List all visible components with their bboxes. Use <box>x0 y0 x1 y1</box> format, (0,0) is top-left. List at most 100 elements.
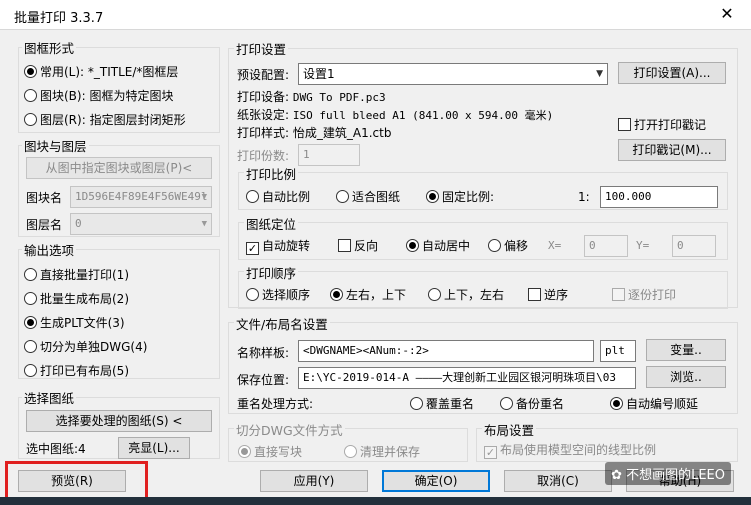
reverse-order-checkbox[interactable]: 逆序 <box>528 286 568 303</box>
radio-icon <box>336 190 349 203</box>
highlight-annotation <box>5 461 148 501</box>
layout-title: 布局设置 <box>482 420 537 439</box>
scale-title: 打印比例 <box>244 164 299 183</box>
chevron-down-icon: ▼ <box>201 192 207 202</box>
duplicate-option-backup[interactable]: 备份重名 <box>500 395 564 412</box>
close-icon[interactable]: ✕ <box>717 4 737 23</box>
cancel-button[interactable]: 取消(C) <box>504 470 612 492</box>
checkbox-icon <box>618 118 631 131</box>
scale-ratio-input[interactable]: 100.000 <box>600 186 718 208</box>
radio-icon <box>24 89 37 102</box>
radio-icon <box>24 364 37 377</box>
ok-button[interactable]: 确定(O) <box>382 470 490 492</box>
checkbox-icon <box>338 239 351 252</box>
output-option-split-dwg[interactable]: 切分为单独DWG(4) <box>24 338 147 355</box>
offset-y-input[interactable]: 0 <box>672 235 716 257</box>
duplicate-option-overwrite[interactable]: 覆盖重名 <box>410 395 474 412</box>
chevron-down-icon: ▼ <box>596 69 603 79</box>
split-option-purge-save[interactable]: 清理并保存 <box>344 443 420 460</box>
template-label: 名称样板: <box>237 346 290 360</box>
highlight-button[interactable]: 亮显(L)... <box>118 437 190 459</box>
browse-button[interactable]: 浏览.. <box>646 366 726 388</box>
print-settings-button[interactable]: 打印设置(A)... <box>618 62 726 84</box>
scale-option-fit[interactable]: 适合图纸 <box>336 188 400 205</box>
radio-icon <box>500 397 513 410</box>
layout-linetype-checkbox[interactable]: ✓ 布局使用模型空间的线型比例 <box>484 441 656 459</box>
copies-input[interactable]: 1 <box>298 144 360 166</box>
preset-label: 预设配置: <box>237 68 290 82</box>
select-title: 选择图纸 <box>22 388 77 407</box>
radio-icon <box>428 288 441 301</box>
checkbox-icon <box>612 288 625 301</box>
title-bar: 批量打印 3.3.7 ✕ <box>0 0 751 30</box>
print-stamp-button[interactable]: 打印戳记(M)... <box>618 139 726 161</box>
block-name-label: 图块名 <box>26 191 63 205</box>
radio-icon <box>246 190 259 203</box>
background-app-strip <box>0 497 751 505</box>
radio-icon <box>246 288 259 301</box>
position-group <box>238 222 728 260</box>
radio-icon <box>24 292 37 305</box>
radio-icon <box>238 445 251 458</box>
name-template-input[interactable]: <DWGNAME><ANum:-:2> <box>298 340 594 362</box>
layer-name-select[interactable]: 0 ▼ <box>70 213 212 235</box>
position-option-center[interactable]: 自动居中 <box>406 237 470 254</box>
order-option-lr-tb[interactable]: 左右，上下 <box>330 286 406 303</box>
radio-icon <box>610 397 623 410</box>
chevron-down-icon: ▼ <box>201 219 207 229</box>
copies-label: 打印份数: <box>237 149 290 163</box>
checkmark-icon: ✓ <box>246 242 259 255</box>
reverse-checkbox[interactable]: 反向 <box>338 237 378 254</box>
style-row: 打印样式: 怡成_建筑_A1.ctb <box>237 126 392 140</box>
checkmark-icon: ✓ <box>484 446 497 459</box>
checkbox-icon <box>528 288 541 301</box>
apply-button[interactable]: 应用(Y) <box>260 470 368 492</box>
output-option-existing-layouts[interactable]: 打印已有布局(5) <box>24 362 129 379</box>
duplicate-label: 重名处理方式: <box>237 397 314 411</box>
radio-icon <box>488 239 501 252</box>
offset-x-input[interactable]: 0 <box>584 235 628 257</box>
save-location-input[interactable]: E:\YC-2019-014-A ————大理创新工业园区银河明珠项目\03 <box>298 367 636 389</box>
frame-form-title: 图框形式 <box>22 38 77 57</box>
radio-icon <box>330 288 343 301</box>
device-row: 打印设备: DWG To PDF.pc3 <box>237 90 386 104</box>
scale-ratio-left: 1: <box>578 190 590 204</box>
extension-input[interactable]: plt <box>600 340 636 362</box>
each-copy-checkbox[interactable]: 逐份打印 <box>612 286 676 303</box>
offset-y-label: Y= <box>636 239 650 252</box>
pick-block-layer-button[interactable]: 从图中指定图块或图层(P)< <box>26 157 212 179</box>
radio-icon <box>344 445 357 458</box>
frame-option-layer[interactable]: 图层(R): 指定图层封闭矩形 <box>24 111 186 128</box>
select-drawings-button[interactable]: 选择要处理的图纸(S) < <box>26 410 212 432</box>
naming-title: 文件/布局名设置 <box>234 314 330 333</box>
order-option-tb-lr[interactable]: 上下，左右 <box>428 286 504 303</box>
position-title: 图纸定位 <box>244 214 299 233</box>
selected-count: 选中图纸:4 <box>26 442 86 456</box>
frame-option-common[interactable]: 常用(L): *_TITLE/*图框层 <box>24 63 178 80</box>
output-option-plt[interactable]: 生成PLT文件(3) <box>24 314 125 331</box>
output-option-layouts[interactable]: 批量生成布局(2) <box>24 290 129 307</box>
radio-icon <box>24 65 37 78</box>
position-option-offset[interactable]: 偏移 <box>488 237 528 254</box>
watermark: ✿ 不想画图的LEEO <box>605 462 731 485</box>
output-title: 输出选项 <box>22 240 77 259</box>
order-option-selection[interactable]: 选择顺序 <box>246 286 310 303</box>
auto-rotate-checkbox[interactable]: ✓ 自动旋转 <box>246 237 310 255</box>
radio-icon <box>406 239 419 252</box>
paper-row: 纸张设定: ISO full bleed A1 (841.00 x 594.00… <box>237 108 554 122</box>
scale-option-fixed[interactable]: 固定比例: <box>426 188 494 205</box>
scale-option-auto[interactable]: 自动比例 <box>246 188 310 205</box>
chat-icon: ✿ <box>611 468 627 483</box>
print-stamp-checkbox[interactable]: 打开打印戳记 <box>618 116 706 133</box>
variable-button[interactable]: 变量.. <box>646 339 726 361</box>
split-option-write-block[interactable]: 直接写块 <box>238 443 302 460</box>
radio-icon <box>24 113 37 126</box>
output-option-direct-print[interactable]: 直接批量打印(1) <box>24 266 129 283</box>
radio-icon <box>24 316 37 329</box>
duplicate-option-auto-number[interactable]: 自动编号顺延 <box>610 395 698 412</box>
block-layer-title: 图块与图层 <box>22 136 89 155</box>
print-settings-title: 打印设置 <box>234 39 289 58</box>
block-name-select[interactable]: 1D596E4F89E4F56WE49l ▼ <box>70 186 212 208</box>
preset-select[interactable]: 设置1 ▼ <box>298 63 608 85</box>
frame-option-block[interactable]: 图块(B): 图框为特定图块 <box>24 87 173 104</box>
